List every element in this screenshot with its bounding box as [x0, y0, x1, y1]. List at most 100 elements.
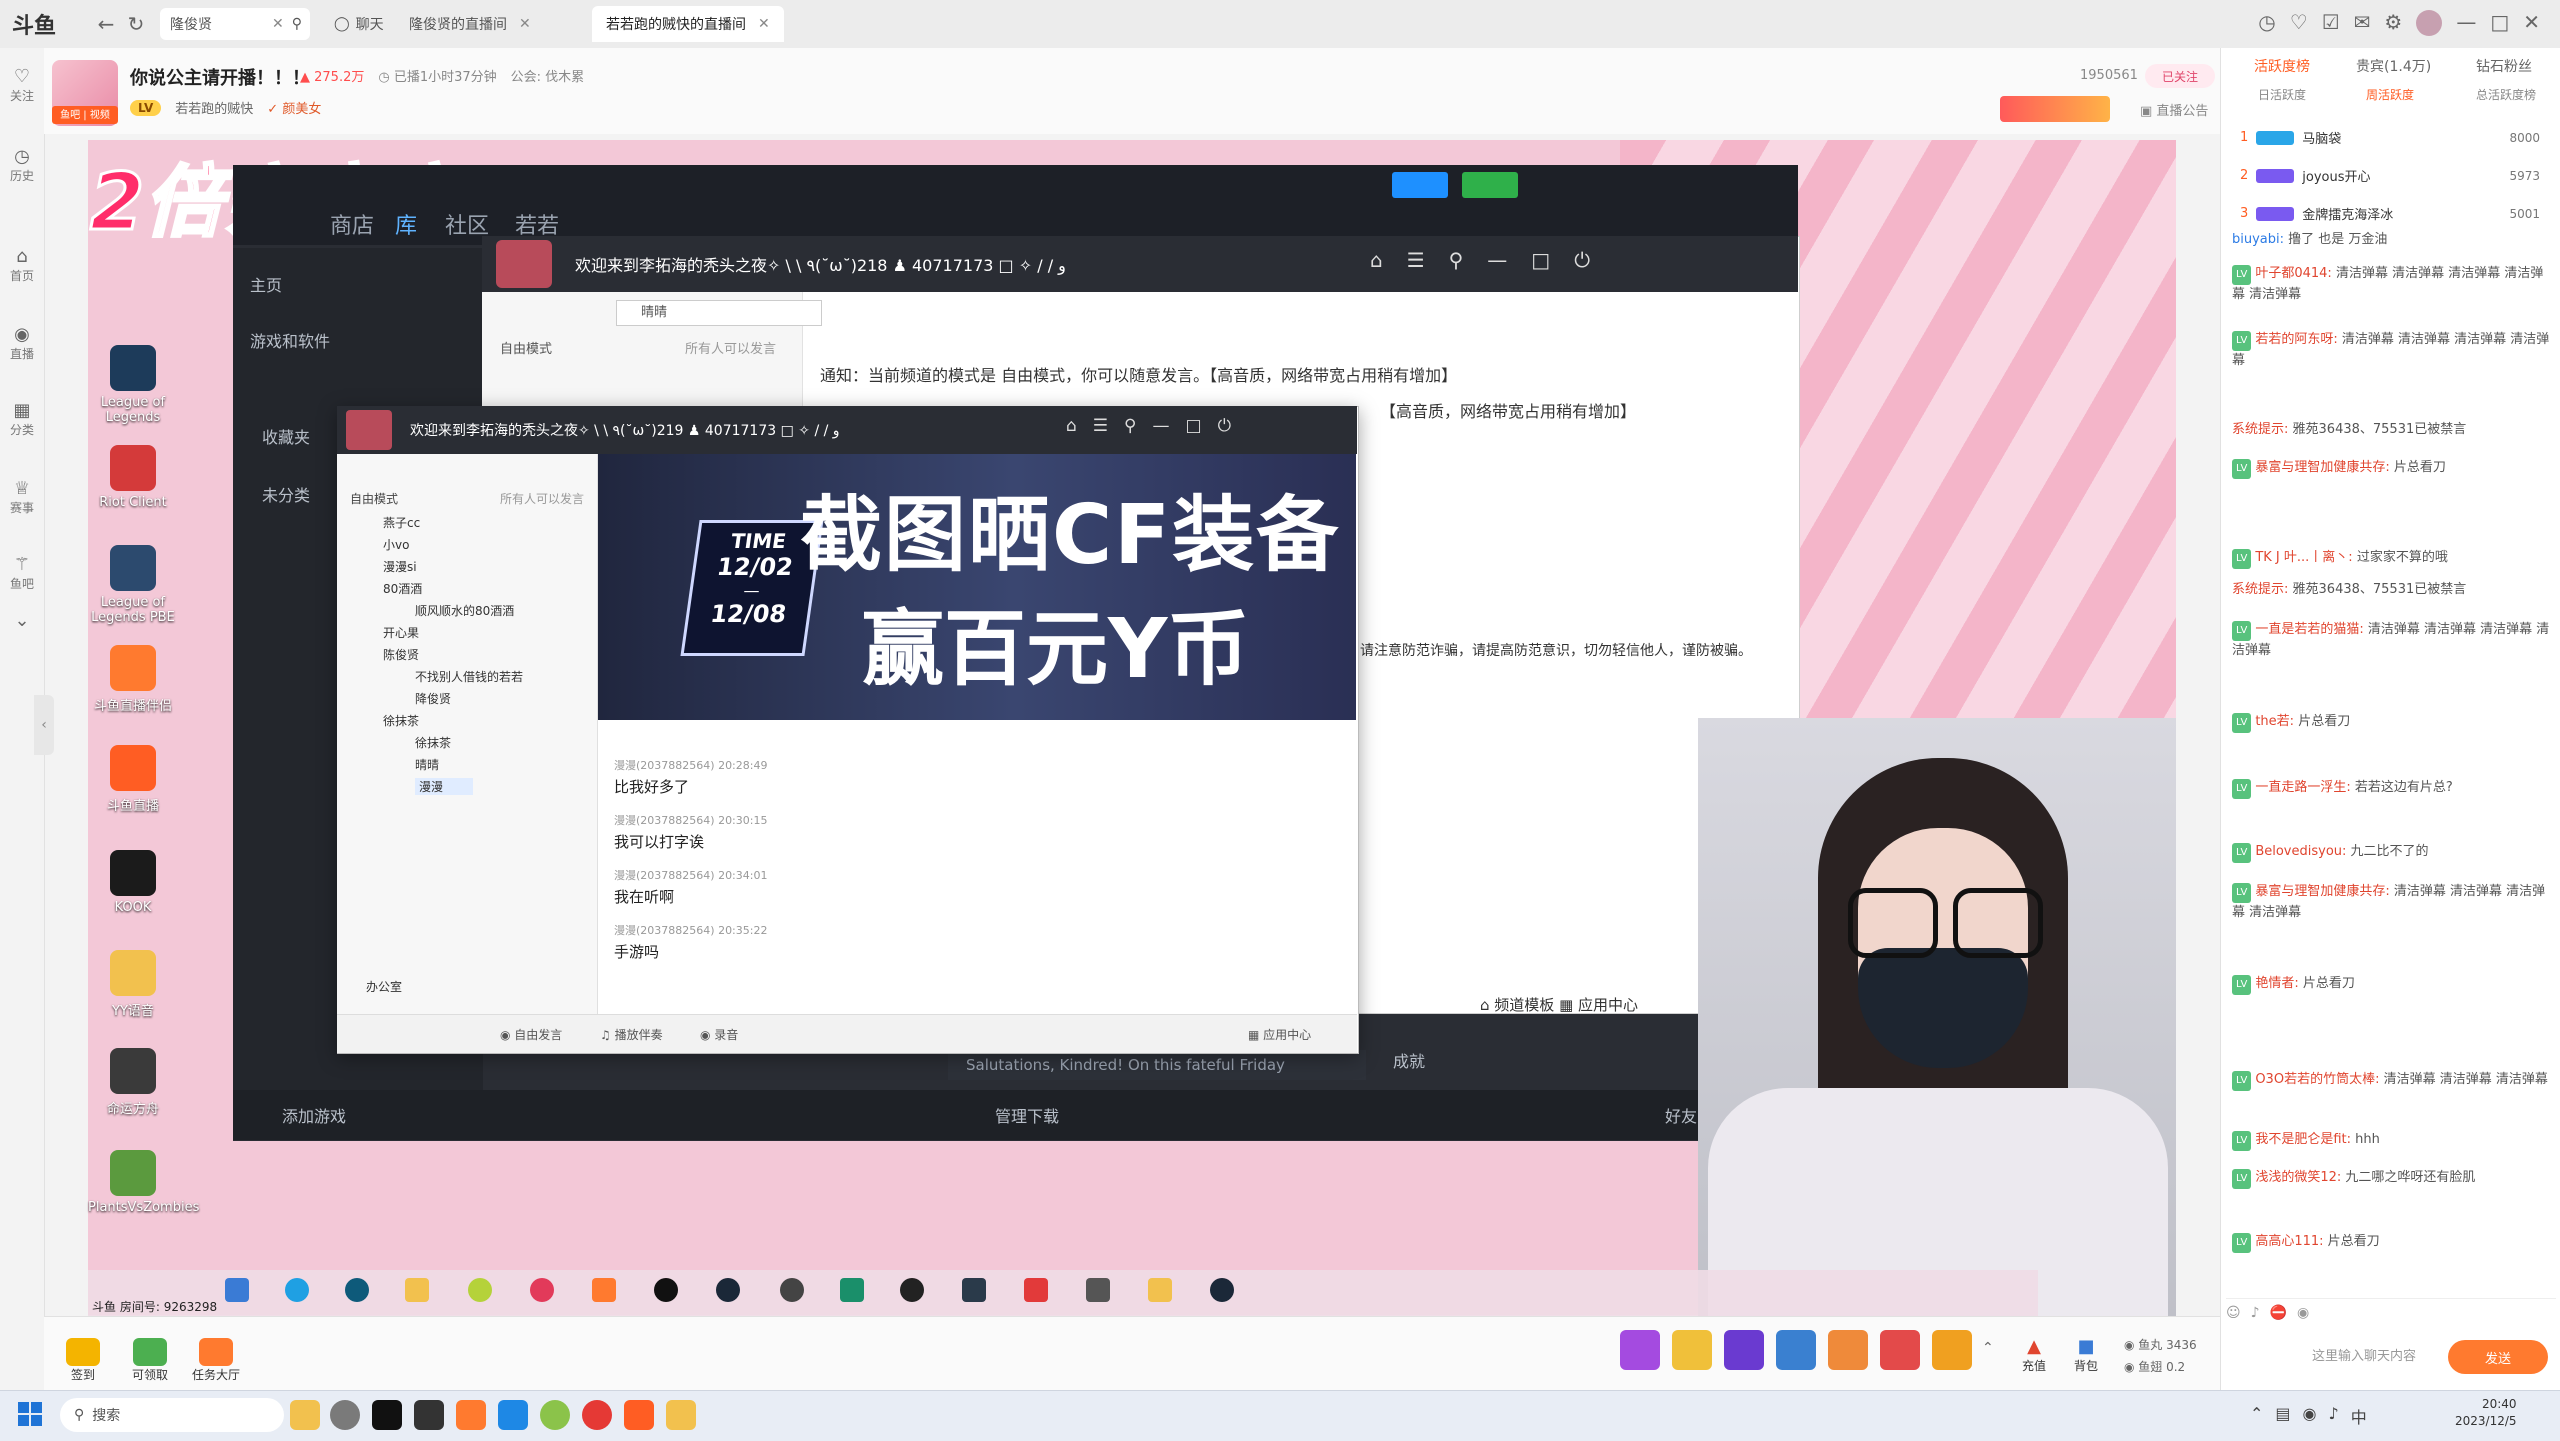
- taskbar-search[interactable]: ⚲ 搜索: [60, 1398, 284, 1432]
- tab-diamond-fans[interactable]: 钻石粉丝: [2476, 56, 2532, 76]
- search-input-value: 隆俊贤: [170, 17, 212, 33]
- tab-vip[interactable]: 贵宾(1.4万): [2356, 56, 2431, 76]
- block-icon[interactable]: ⛔: [2270, 1305, 2287, 1321]
- history-icon[interactable]: ◷: [2258, 10, 2275, 36]
- member-count: 219: [656, 423, 684, 439]
- follow-button[interactable]: 已关注: [2145, 64, 2215, 88]
- close-tab-icon[interactable]: ✕: [519, 16, 531, 32]
- gift-item[interactable]: [1828, 1330, 1868, 1370]
- mic-icon[interactable]: ◉: [2303, 1404, 2317, 1428]
- taskbar-app-icon[interactable]: [582, 1400, 612, 1430]
- gift-item[interactable]: [1724, 1330, 1764, 1370]
- back-icon[interactable]: ←: [92, 10, 120, 38]
- taskbar-app-icon[interactable]: [540, 1400, 570, 1430]
- chat-user[interactable]: 艳情者:: [2255, 976, 2298, 991]
- douyu-logo[interactable]: 斗鱼: [12, 6, 82, 42]
- close-icon[interactable]: ✕: [272, 16, 284, 32]
- chat-user[interactable]: 我不是肥仑是fit:: [2255, 1132, 2351, 1147]
- file-explorer-icon[interactable]: [290, 1400, 320, 1430]
- subtab-weekly[interactable]: 周活跃度: [2366, 86, 2414, 103]
- network-icon[interactable]: ▤: [2275, 1404, 2290, 1428]
- taskbar-app-icon[interactable]: [666, 1400, 696, 1430]
- subtab-total[interactable]: 总活跃度榜: [2476, 86, 2536, 103]
- tab-chat[interactable]: ◯ 聊天: [320, 6, 398, 42]
- gift-item[interactable]: [1932, 1330, 1972, 1370]
- chevron-up-icon[interactable]: ⌃: [1982, 1340, 1994, 1356]
- sidebar-item-history[interactable]: ◷ 历史: [0, 146, 44, 184]
- chat-user[interactable]: 暴富与理智加健康共存:: [2255, 884, 2389, 899]
- task-icon[interactable]: ☑: [2322, 10, 2340, 36]
- search-input[interactable]: 隆俊贤 ✕ ⚲: [160, 8, 310, 40]
- color-icon[interactable]: ◉: [2297, 1305, 2309, 1321]
- chat-user[interactable]: O3O若若的竹筒太棒:: [2255, 1072, 2379, 1087]
- chevron-up-icon[interactable]: ⌃: [2250, 1404, 2263, 1428]
- notice-button[interactable]: ▣ 直播公告: [2140, 100, 2208, 119]
- event-banner[interactable]: [2000, 96, 2110, 122]
- taskbar-clock[interactable]: 20:40 2023/12/5: [2455, 1396, 2517, 1430]
- guild-label[interactable]: 公会: 伐木累: [511, 66, 585, 85]
- rank-row[interactable]: 2 joyous开心 5973: [2240, 166, 2540, 185]
- search-icon[interactable]: ⚲: [292, 16, 302, 32]
- sidebar-more[interactable]: ⌄: [0, 610, 44, 631]
- chat-user[interactable]: biuyabi:: [2232, 232, 2284, 247]
- minimize-icon[interactable]: —: [2456, 10, 2476, 36]
- backpack-label: 背包: [2074, 1359, 2099, 1373]
- settings-icon[interactable]: ⚙: [2384, 10, 2402, 36]
- level-badge-label[interactable]: 若若跑的贼快: [175, 98, 253, 117]
- chat-user[interactable]: 一直走路一浮生:: [2255, 780, 2350, 795]
- rank-row[interactable]: 1 马脑袋 8000: [2240, 128, 2540, 147]
- start-button[interactable]: [18, 1402, 42, 1426]
- chat-user[interactable]: 暴富与理智加健康共存:: [2255, 460, 2389, 475]
- taskbar-app-icon[interactable]: [498, 1400, 528, 1430]
- chat-user[interactable]: the若:: [2255, 714, 2294, 729]
- emoji-icon[interactable]: ☺: [2226, 1305, 2241, 1321]
- fanbar-badge[interactable]: 鱼吧 | 视频: [52, 106, 118, 124]
- gift-item[interactable]: [1672, 1330, 1712, 1370]
- tab-room-2[interactable]: 若若跑的贼快的直播间 ✕: [592, 6, 784, 42]
- sidebar-item-follow[interactable]: ♡ 关注: [0, 66, 44, 104]
- tab-room-1[interactable]: 隆俊贤的直播间 ✕: [395, 6, 545, 42]
- close-tab-icon[interactable]: ✕: [758, 16, 770, 32]
- chat-user[interactable]: TK J 叶...丨离丶:: [2255, 550, 2352, 565]
- chat-user[interactable]: 高高心111:: [2255, 1234, 2323, 1249]
- close-icon[interactable]: ✕: [2523, 10, 2540, 36]
- chat-user[interactable]: 叶子都0414:: [2255, 266, 2331, 281]
- sidebar-item-category[interactable]: ▦ 分类: [0, 400, 44, 438]
- maximize-icon[interactable]: □: [2490, 10, 2509, 36]
- recharge-button[interactable]: ▲ 充值: [2022, 1336, 2046, 1374]
- chat-user[interactable]: 若若的阿东呀:: [2255, 332, 2337, 347]
- gift-item[interactable]: [1880, 1330, 1920, 1370]
- task-hall-button[interactable]: 任务大厅: [186, 1338, 246, 1383]
- taskbar-app-icon[interactable]: [624, 1400, 654, 1430]
- backpack-button[interactable]: ■ 背包: [2074, 1336, 2098, 1374]
- sidebar-item-esports[interactable]: ♕ 赛事: [0, 478, 44, 516]
- claimable-button[interactable]: 可领取: [122, 1338, 178, 1383]
- terminal-icon[interactable]: [372, 1400, 402, 1430]
- message-icon[interactable]: ✉: [2354, 10, 2371, 36]
- sidebar-item-live[interactable]: ◉ 直播: [0, 324, 44, 362]
- subtab-daily[interactable]: 日活跃度: [2258, 86, 2306, 103]
- rank-row[interactable]: 3 金牌擂克海泽冰 5001: [2240, 204, 2540, 223]
- chat-user[interactable]: Belovedisyou:: [2255, 844, 2346, 859]
- send-button[interactable]: 发送: [2448, 1340, 2548, 1374]
- sidebar-item-fishbar[interactable]: ⚚ 鱼吧: [0, 554, 44, 592]
- signin-button[interactable]: 签到: [58, 1338, 108, 1383]
- collapse-sidebar-button[interactable]: ‹: [34, 695, 54, 755]
- taskbar-app-icon[interactable]: [414, 1400, 444, 1430]
- gift-item[interactable]: [1620, 1330, 1660, 1370]
- tab-activity-rank[interactable]: 活跃度榜: [2254, 56, 2310, 76]
- gift-item[interactable]: [1776, 1330, 1816, 1370]
- settings-icon[interactable]: [330, 1400, 360, 1430]
- heart-icon[interactable]: ♡: [2290, 10, 2308, 36]
- mute-icon[interactable]: ♪: [2251, 1305, 2260, 1321]
- chat-user[interactable]: 一直是若若的猫猫:: [2255, 622, 2363, 637]
- refresh-icon[interactable]: ↻: [122, 10, 150, 38]
- douyu-app-icon[interactable]: [456, 1400, 486, 1430]
- chat-user[interactable]: 浅浅的微笑12:: [2255, 1170, 2341, 1185]
- avatar[interactable]: [2416, 10, 2443, 36]
- ime-icon[interactable]: 中: [2351, 1404, 2367, 1428]
- signin-icon: [66, 1338, 100, 1366]
- category-tag[interactable]: ✓ 颜美女: [267, 98, 321, 117]
- volume-icon[interactable]: ♪: [2329, 1404, 2339, 1428]
- sidebar-item-home[interactable]: ⌂ 首页: [0, 246, 44, 284]
